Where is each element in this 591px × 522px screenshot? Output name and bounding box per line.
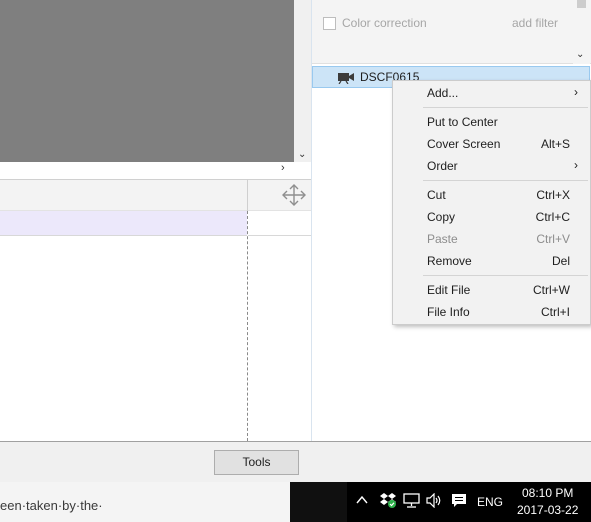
scrollbar-thumb[interactable] [577,0,586,8]
menu-separator [423,180,588,181]
menu-item-label: Remove [427,254,472,268]
menu-item-shortcut: Ctrl+I [540,305,570,319]
move-icon[interactable] [280,182,308,208]
menu-item-shortcut: Ctrl+C [535,210,570,224]
menu-item-shortcut: Ctrl+W [533,283,570,297]
timeline-header [0,179,311,211]
color-correction-checkbox[interactable] [323,17,336,30]
menu-item-order[interactable]: Order › [393,155,590,177]
preview-scrollbar[interactable]: ⌄ [294,0,311,162]
network-icon[interactable] [403,493,420,508]
menu-item-label: Put to Center [427,115,498,129]
menu-item-edit-file[interactable]: Edit File Ctrl+W [393,279,590,301]
menu-item-label: File Info [427,305,470,319]
dropbox-icon[interactable] [379,491,397,509]
menu-item-copy[interactable]: Copy Ctrl+C [393,206,590,228]
chevron-up-icon[interactable] [356,494,368,506]
menu-item-label: Paste [427,232,458,246]
clock-date[interactable]: 2017-03-22 [517,503,578,517]
video-preview [0,0,294,162]
menu-item-cut[interactable]: Cut Ctrl+X [393,184,590,206]
menu-item-paste[interactable]: Paste Ctrl+V [393,228,590,250]
language-indicator[interactable]: ENG [477,495,503,509]
menu-item-shortcut: Ctrl+X [536,188,570,202]
timeline-track[interactable] [0,211,247,236]
context-menu: Add... › Put to Center Cover Screen Alt+… [392,80,591,325]
timeline-track-end [248,211,311,236]
menu-item-label: Cut [427,188,446,202]
menu-separator [423,275,588,276]
menu-item-label: Cover Screen [427,137,501,151]
tools-button[interactable]: Tools [214,450,299,475]
clock-time[interactable]: 08:10 PM [522,486,573,500]
menu-item-file-info[interactable]: File Info Ctrl+I [393,301,590,323]
playhead-line[interactable] [247,211,248,441]
color-correction-label: Color correction [342,16,427,30]
add-filter-link[interactable]: add filter [512,16,558,30]
timeline-divider [247,179,248,211]
menu-item-label: Add... [427,86,459,100]
menu-item-shortcut: Del [551,254,570,268]
menu-item-shortcut: Alt+S [540,137,570,151]
volume-icon[interactable] [426,492,443,509]
menu-item-add[interactable]: Add... › [393,82,590,104]
chevron-down-icon[interactable]: ⌄ [576,49,584,60]
chevron-right-icon: › [574,85,578,99]
menu-separator [423,107,588,108]
menu-item-shortcut: Ctrl+V [536,232,570,246]
filter-list [312,0,591,64]
filter-list-scrollbar[interactable]: ⌄ [573,0,590,64]
menu-item-remove[interactable]: Remove Del [393,250,590,272]
menu-item-put-to-center[interactable]: Put to Center [393,111,590,133]
menu-item-label: Edit File [427,283,471,297]
video-camera-icon [337,71,355,85]
background-document-text: een·taken·by·the· [0,498,103,513]
timeline-scroll-area: › [0,162,311,179]
notification-icon[interactable] [451,493,467,509]
menu-item-label: Copy [427,210,456,224]
chevron-down-icon[interactable]: ⌄ [298,149,306,160]
menu-item-label: Order [427,159,458,173]
menu-item-cover-screen[interactable]: Cover Screen Alt+S [393,133,590,155]
chevron-right-icon: › [574,158,578,172]
chevron-right-icon[interactable]: › [281,162,285,174]
